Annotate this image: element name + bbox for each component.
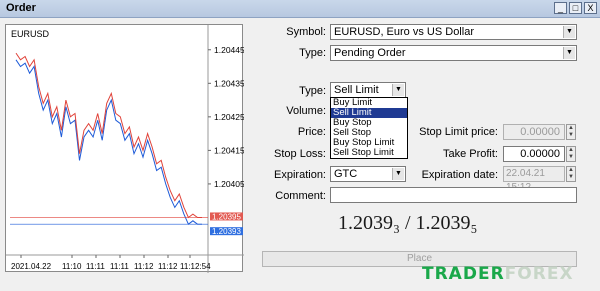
comment-label: Comment:	[275, 190, 326, 202]
y-tick-label: 1.20405	[214, 179, 244, 189]
chart-symbol-label: EURUSD	[11, 29, 50, 39]
order-dialog: EURUSD 1.20445 1.20435 1.20425 1.20415 1.2040…	[0, 18, 600, 291]
expiration-label: Expiration:	[274, 169, 326, 181]
symbol-label: Symbol:	[286, 26, 326, 38]
comment-input[interactable]	[330, 187, 577, 203]
expiration-date-label: Expiration date:	[421, 169, 498, 181]
volume-label: Volume:	[286, 105, 326, 117]
y-tick-label: 1.20425	[214, 112, 244, 122]
watermark-logo: TRADERFOREX	[422, 264, 574, 284]
dropdown-option[interactable]: Sell Stop Limit	[331, 148, 407, 158]
y-tick-label: 1.20445	[214, 45, 244, 55]
arrow-down-icon[interactable]: ▼	[567, 174, 575, 181]
expiration-value: GTC	[334, 168, 358, 180]
x-tick-label: 11:10	[62, 262, 82, 271]
chevron-down-icon: ▼	[392, 84, 404, 96]
expiration-date-spinner[interactable]: ▲ ▼	[566, 166, 576, 182]
x-tick-label: 11:12:54	[180, 262, 211, 271]
arrow-down-icon[interactable]: ▼	[567, 154, 575, 161]
bid-price-tag: 1.20393	[212, 227, 241, 236]
tick-chart: EURUSD 1.20445 1.20435 1.20425 1.20415 1.2040…	[5, 24, 244, 273]
arrow-up-icon[interactable]: ▲	[567, 147, 575, 154]
price-label: Price:	[297, 126, 326, 138]
y-tick-label: 1.20435	[214, 78, 244, 88]
chevron-down-icon: ▼	[392, 168, 404, 180]
type-select[interactable]: Pending Order ▼	[330, 45, 577, 61]
take-profit-spinner[interactable]: ▲ ▼	[566, 146, 576, 162]
arrow-up-icon[interactable]: ▲	[567, 125, 575, 132]
maximize-button[interactable]: □	[569, 2, 582, 14]
x-tick-label: 11:12	[134, 262, 154, 271]
y-tick-label: 1.20415	[214, 145, 244, 155]
title-bar: Order _ □ X	[0, 0, 600, 18]
chevron-down-icon: ▼	[563, 26, 575, 38]
symbol-select[interactable]: EURUSD, Euro vs US Dollar ▼	[330, 24, 577, 40]
expiration-date-input[interactable]: 22.04.21 15:12	[503, 166, 565, 193]
order-type-value: Sell Limit	[334, 84, 379, 96]
take-profit-label: Take Profit:	[442, 148, 498, 160]
arrow-down-icon[interactable]: ▼	[567, 132, 575, 139]
order-type-select[interactable]: Sell Limit ▼	[330, 82, 406, 98]
chevron-down-icon: ▼	[563, 47, 575, 59]
x-tick-label: 11:11	[110, 262, 129, 271]
x-tick-label: 2021.04.22	[11, 262, 52, 271]
minimize-button[interactable]: _	[554, 2, 567, 14]
symbol-value: EURUSD, Euro vs US Dollar	[334, 26, 474, 38]
order-type-label: Type:	[299, 85, 326, 97]
x-tick-label: 11:11	[86, 262, 105, 271]
bid-ask-display: 1.2039₃ / 1.2039₅	[338, 212, 478, 234]
arrow-up-icon[interactable]: ▲	[567, 167, 575, 174]
take-profit-input[interactable]: 0.00000	[503, 146, 565, 162]
x-tick-label: 11:12	[158, 262, 178, 271]
stop-limit-label: Stop Limit price:	[419, 126, 498, 138]
stop-loss-label: Stop Loss:	[274, 148, 326, 160]
stop-limit-spinner[interactable]: ▲ ▼	[566, 124, 576, 140]
expiration-select[interactable]: GTC ▼	[330, 166, 406, 182]
window-title: Order	[6, 2, 36, 14]
type-label: Type:	[299, 47, 326, 59]
ask-series-line	[15, 52, 202, 219]
order-type-dropdown: Buy Limit Sell Limit Buy Stop Sell Stop …	[330, 97, 408, 159]
tick-chart-svg: EURUSD 1.20445 1.20435 1.20425 1.20415 1.2040…	[6, 25, 244, 273]
close-button[interactable]: X	[584, 2, 597, 14]
stop-limit-input[interactable]: 0.00000	[503, 124, 565, 140]
ask-price-tag: 1.20395	[212, 212, 241, 221]
logo-part-2: FOREX	[504, 264, 574, 284]
type-value: Pending Order	[334, 47, 406, 59]
logo-part-1: TRADER	[422, 264, 505, 284]
